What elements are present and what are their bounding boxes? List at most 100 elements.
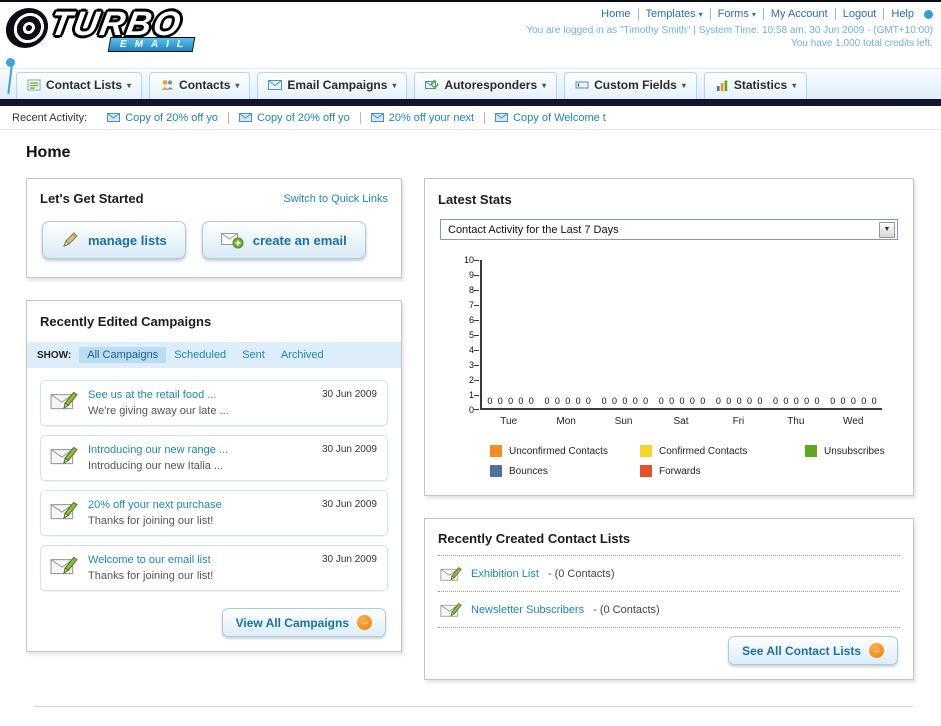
- chart-y-tick-label: 6: [468, 315, 474, 325]
- logo: TURBO EMAIL: [3, 5, 196, 68]
- chart-value-group: 00000: [596, 396, 653, 408]
- contact-list-item[interactable]: Exhibition List - (0 Contacts): [438, 556, 900, 592]
- campaign-title-link[interactable]: Introducing our new range ...: [88, 444, 228, 456]
- legend-item: Confirmed Contacts: [640, 445, 805, 457]
- chart-y-tick-mark: [474, 350, 479, 351]
- chart-value-label: 0: [544, 396, 550, 406]
- main-navigation: Contact Lists ▾ Contacts ▾ Email Campaig…: [0, 68, 941, 99]
- chevron-down-icon: ▾: [681, 80, 686, 90]
- header-link-my-account[interactable]: My Account: [764, 8, 836, 20]
- nav-tab-custom-fields[interactable]: Custom Fields ▾: [564, 72, 697, 99]
- header-link-label: Home: [601, 8, 631, 20]
- chart-x-tick-label: Tue: [500, 416, 518, 427]
- nav-tab-autoresponders[interactable]: Autoresponders ▾: [414, 72, 558, 99]
- campaign-list-item[interactable]: Introducing our new range ... Introducin…: [40, 435, 388, 481]
- recent-activity-item[interactable]: Copy of 20% off yo: [97, 111, 229, 124]
- logo-subtitle: EMAIL: [107, 37, 196, 52]
- contact-list-item[interactable]: Newsletter Subscribers - (0 Contacts): [438, 592, 900, 628]
- campaign-edit-icon: [50, 446, 78, 465]
- recent-activity-item-label: Copy of 20% off yo: [256, 111, 350, 124]
- credits-info: You have 1,000 total credits left.: [791, 38, 933, 49]
- tab-all-campaigns[interactable]: All Campaigns: [79, 347, 167, 363]
- chart-x-tick-label: Thu: [787, 416, 805, 427]
- envelope-icon: [238, 113, 252, 122]
- chart-value-label: 0: [715, 396, 721, 406]
- header-link-forms[interactable]: Forms ▾: [711, 8, 764, 20]
- chart-value-label: 0: [746, 396, 752, 406]
- stats-chart: 00000000000000000000000000000000000 0123…: [438, 255, 900, 477]
- header-link-help[interactable]: Help: [884, 8, 921, 20]
- chart-y-tick-label: 2: [468, 375, 474, 385]
- legend-swatch: [640, 445, 652, 457]
- campaign-list-item[interactable]: Welcome to our email list Thanks for joi…: [40, 545, 388, 591]
- chart-value-label: 0: [643, 396, 649, 406]
- tab-sent[interactable]: Sent: [234, 347, 273, 363]
- recent-activity-item[interactable]: 20% off your next: [361, 111, 486, 124]
- recent-activity-item[interactable]: Copy of 20% off yo: [229, 111, 361, 124]
- chart-value-label: 0: [814, 396, 820, 406]
- chevron-down-icon: ▾: [235, 80, 240, 90]
- logo-text: TURBO EMAIL: [48, 5, 196, 52]
- chart-value-label: 0: [830, 396, 836, 406]
- logo-swirl-icon: [3, 8, 51, 48]
- header-link-logout[interactable]: Logout: [836, 8, 885, 20]
- chart-value-group: 00000: [539, 396, 596, 408]
- header-link-home[interactable]: Home: [594, 8, 639, 20]
- recent-contact-lists-panel: Recently Created Contact Lists Exhibitio…: [424, 518, 914, 680]
- chart-value-label: 0: [736, 396, 742, 406]
- nav-tab-statistics[interactable]: Statistics ▾: [703, 72, 808, 99]
- header-link-templates[interactable]: Templates ▾: [639, 8, 711, 20]
- header-nav-links: Home Templates ▾ Forms ▾ My Account Logout…: [526, 8, 933, 20]
- switch-quick-links-link[interactable]: Switch to Quick Links: [283, 193, 388, 205]
- view-all-campaigns-button[interactable]: View All Campaigns →: [221, 608, 386, 637]
- nav-tab-contacts[interactable]: Contacts ▾: [149, 72, 251, 99]
- chart-x-tick-label: Sat: [673, 416, 689, 427]
- header: TURBO EMAIL Home Templates ▾ Forms ▾ My Ac…: [0, 2, 941, 68]
- see-all-contact-lists-label: See All Contact Lists: [742, 643, 861, 658]
- chevron-down-icon: ▾: [751, 9, 756, 19]
- legend-label: Bounces: [509, 465, 548, 477]
- manage-lists-button[interactable]: manage lists: [42, 221, 186, 259]
- contact-list-link[interactable]: Newsletter Subscribers: [471, 604, 584, 616]
- campaign-date: 30 Jun 2009: [321, 389, 377, 400]
- chart-value-label: 0: [611, 396, 617, 406]
- chart-value-label: 0: [804, 396, 810, 406]
- latest-stats-panel: Latest Stats Contact Activity for the La…: [424, 178, 914, 496]
- legend-item: Unconfirmed Contacts: [490, 445, 640, 457]
- tab-scheduled[interactable]: Scheduled: [166, 347, 234, 363]
- footer-divider: [34, 706, 913, 726]
- nav-tab-email-campaigns[interactable]: Email Campaigns ▾: [257, 72, 408, 99]
- create-email-button[interactable]: create an email: [201, 221, 366, 259]
- stats-period-dropdown[interactable]: Contact Activity for the Last 7 Days ▼: [440, 219, 898, 240]
- legend-item: Unsubscribes: [805, 445, 894, 457]
- recent-activity-bar: Recent Activity: Copy of 20% off yo Copy…: [0, 106, 941, 130]
- campaign-edit-icon: [50, 391, 78, 410]
- contact-list-link[interactable]: Exhibition List: [471, 568, 539, 580]
- recent-campaigns-title: Recently Edited Campaigns: [40, 314, 212, 329]
- campaign-title-link[interactable]: See us at the retail food ...: [88, 389, 229, 401]
- chart-value-label: 0: [575, 396, 581, 406]
- chart-value-label: 0: [850, 396, 856, 406]
- custom-field-icon: [575, 81, 589, 89]
- chart-value-label: 0: [773, 396, 779, 406]
- chart-y-tick-mark: [474, 275, 479, 276]
- nav-tab-contact-lists[interactable]: Contact Lists ▾: [16, 72, 143, 99]
- chart-value-label: 0: [669, 396, 675, 406]
- header-link-label: Logout: [842, 8, 877, 20]
- see-all-contact-lists-button[interactable]: See All Contact Lists →: [728, 636, 898, 665]
- chart-value-label: 0: [518, 396, 524, 406]
- contact-list-icon: [27, 79, 41, 91]
- recent-activity-item[interactable]: Copy of Welcome t: [485, 112, 616, 124]
- arrow-right-icon: →: [869, 643, 884, 658]
- campaign-title-link[interactable]: Welcome to our email list: [88, 554, 213, 566]
- envelope-icon: [107, 113, 121, 122]
- new-email-icon: [220, 232, 244, 248]
- campaign-subtitle: Introducing our new Italia ...: [88, 460, 224, 472]
- chart-y-tick-mark: [474, 305, 479, 306]
- campaign-title-link[interactable]: 20% off your next purchase: [88, 499, 222, 511]
- campaign-list-item[interactable]: See us at the retail food ... We're givi…: [40, 380, 388, 426]
- envelope-icon: [495, 113, 509, 122]
- campaign-list-item[interactable]: 20% off your next purchase Thanks for jo…: [40, 490, 388, 536]
- tab-archived[interactable]: Archived: [273, 347, 332, 363]
- chart-y-tick-label: 9: [468, 270, 474, 280]
